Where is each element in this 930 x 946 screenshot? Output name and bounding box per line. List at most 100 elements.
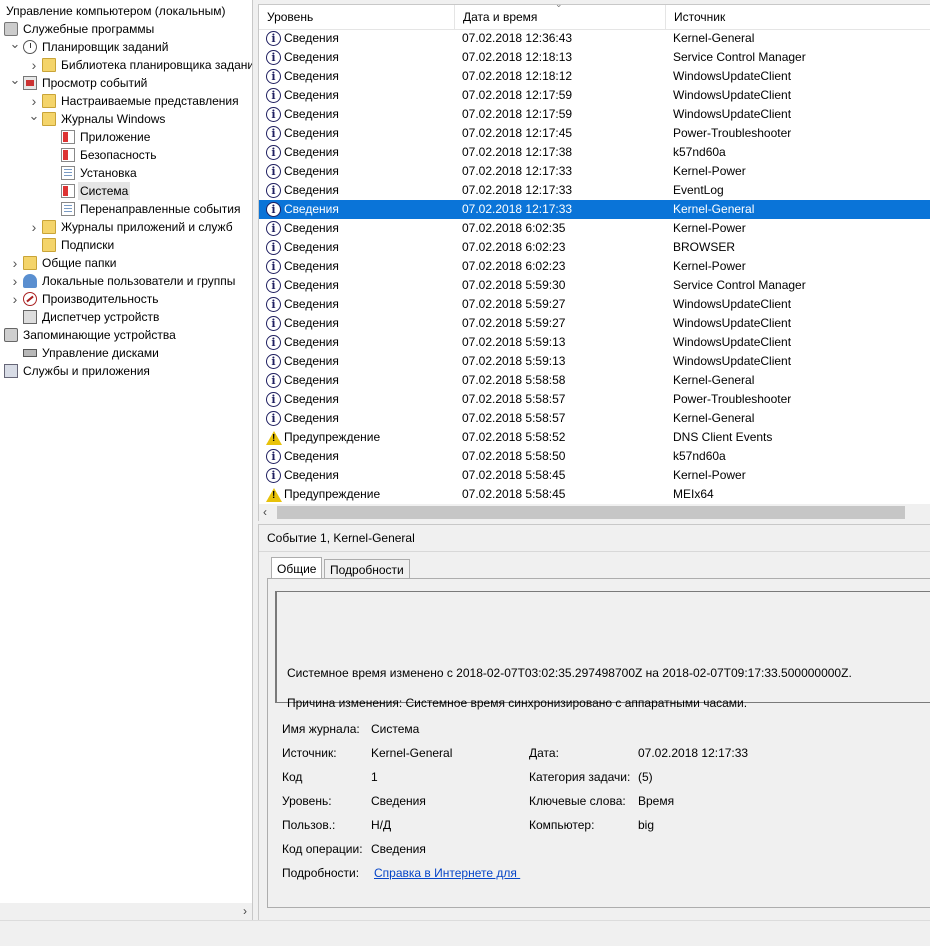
expand-arrow-icon[interactable]: ›	[28, 56, 40, 74]
warning-icon	[266, 488, 282, 502]
log-icon	[61, 184, 75, 198]
cell-source: Kernel-General	[673, 202, 755, 216]
tree-item-label: Управление компьютером (локальным)	[6, 4, 226, 18]
tree-item[interactable]: Управление дисками	[0, 344, 252, 362]
tree-item-label: Система	[78, 182, 131, 200]
list-horizontal-scrollbar[interactable]: ‹	[259, 504, 930, 521]
tree-item[interactable]: ⌄ Просмотр событий	[0, 73, 252, 92]
tree-item[interactable]: Перенаправленные события	[0, 200, 252, 218]
table-row[interactable]: i Сведения 07.02.2018 5:59:27 WindowsUpdate…	[259, 295, 930, 314]
tree-item[interactable]: Подписки	[0, 236, 252, 254]
expand-arrow-icon[interactable]: ›	[9, 254, 21, 272]
tree-item[interactable]: Запоминающие устройства	[0, 326, 252, 344]
table-row[interactable]: i Сведения 07.02.2018 12:17:59 WindowsUpdat…	[259, 86, 930, 105]
scroll-thumb[interactable]	[277, 506, 905, 519]
table-row[interactable]: Предупреждение 07.02.2018 5:58:52 DNS Clie…	[259, 428, 930, 447]
table-row[interactable]: i Сведения 07.02.2018 12:18:12 WindowsUpdat…	[259, 67, 930, 86]
log-icon	[61, 166, 75, 180]
tree-item-label: Службы и приложения	[23, 364, 150, 378]
cell-level: Сведения	[284, 164, 339, 178]
tree-item[interactable]: › Производительность	[0, 290, 252, 308]
event-description[interactable]: Системное время изменено с 2018-02-07T03…	[275, 591, 930, 710]
task-category-label: Категория задачи:	[529, 770, 631, 784]
table-row[interactable]: i Сведения 07.02.2018 6:02:35 Kernel-Power	[259, 219, 930, 238]
storage-icon	[4, 328, 18, 342]
tree-item-label: Общие папки	[42, 256, 117, 270]
cell-level: Сведения	[284, 316, 339, 330]
tree-item[interactable]: Установка	[0, 164, 252, 182]
tree-item[interactable]: Приложение	[0, 128, 252, 146]
table-row[interactable]: i Сведения 07.02.2018 5:58:57 Kernel-Genera…	[259, 409, 930, 428]
column-header-source[interactable]: Источник	[666, 5, 930, 29]
expand-arrow-icon[interactable]: ›	[9, 272, 21, 290]
collapse-arrow-icon[interactable]: ⌄	[28, 109, 40, 128]
info-icon: i	[266, 335, 281, 350]
tree-item[interactable]: Службы и приложения	[0, 362, 252, 380]
cell-level: Предупреждение	[284, 430, 381, 444]
info-icon: i	[266, 240, 281, 255]
expand-arrow-icon[interactable]: ›	[9, 290, 21, 308]
tree-item[interactable]: › Библиотека планировщика заданий	[0, 56, 252, 74]
table-row[interactable]: i Сведения 07.02.2018 12:17:59 WindowsUpdat…	[259, 105, 930, 124]
tree-item[interactable]: ⌄ Планировщик заданий	[0, 37, 252, 56]
table-row[interactable]: i Сведения 07.02.2018 12:17:38 k57nd60a	[259, 143, 930, 162]
tree-item[interactable]: Система	[0, 182, 252, 200]
column-header-level[interactable]: Уровень	[259, 5, 455, 29]
tab-details[interactable]: Подробности	[324, 559, 410, 579]
event-viewer-icon	[23, 76, 37, 90]
table-row[interactable]: i Сведения 07.02.2018 6:02:23 Kernel-Power	[259, 257, 930, 276]
cell-level: Сведения	[284, 335, 339, 349]
table-row[interactable]: Предупреждение 07.02.2018 5:58:45 MEIx64	[259, 485, 930, 504]
table-row[interactable]: i Сведения 07.02.2018 5:59:13 WindowsUpdate…	[259, 333, 930, 352]
info-icon: i	[266, 202, 281, 217]
table-row[interactable]: i Сведения 07.02.2018 12:36:43 Kernel-Gener…	[259, 29, 930, 48]
info-icon: i	[266, 145, 281, 160]
table-row[interactable]: i Сведения 07.02.2018 12:18:13 Service Cont…	[259, 48, 930, 67]
folder-icon	[42, 58, 56, 72]
collapse-arrow-icon[interactable]: ⌄	[9, 73, 21, 92]
cell-source: EventLog	[673, 183, 724, 197]
collapse-arrow-icon[interactable]: ⌄	[9, 37, 21, 56]
expand-arrow-icon[interactable]: ›	[28, 218, 40, 236]
table-row[interactable]: i Сведения 07.02.2018 5:58:45 Kernel-Power	[259, 466, 930, 485]
cell-datetime: 07.02.2018 6:02:23	[462, 259, 566, 273]
info-icon: i	[266, 373, 281, 388]
date-label: Дата:	[529, 746, 559, 760]
table-row[interactable]: i Сведения 07.02.2018 6:02:23 BROWSER	[259, 238, 930, 257]
table-row[interactable]: i Сведения 07.02.2018 5:58:57 Power-Trouble…	[259, 390, 930, 409]
cell-level: Сведения	[284, 278, 339, 292]
navigation-tree[interactable]: Управление компьютером (локальным) Служеб…	[0, 0, 253, 920]
table-row[interactable]: i Сведения 07.02.2018 12:17:33 Kernel-Gener…	[259, 200, 930, 219]
tree-item[interactable]: Безопасность	[0, 146, 252, 164]
tree-item-label: Локальные пользователи и группы	[42, 274, 236, 288]
tree-item-label: Безопасность	[80, 148, 157, 162]
table-row[interactable]: i Сведения 07.02.2018 5:58:50 k57nd60a	[259, 447, 930, 466]
event-list[interactable]: Уровень Дата и время ⌄ Источник i Сведени…	[258, 4, 930, 521]
table-row[interactable]: i Сведения 07.02.2018 5:59:30 Service Contr…	[259, 276, 930, 295]
more-info-label: Подробности:	[282, 866, 360, 880]
tree-item[interactable]: › Локальные пользователи и группы	[0, 272, 252, 290]
table-row[interactable]: i Сведения 07.02.2018 12:17:33 EventLog	[259, 181, 930, 200]
tree-item[interactable]: › Журналы приложений и служб	[0, 218, 252, 236]
tab-general[interactable]: Общие	[271, 557, 323, 579]
scroll-left-icon[interactable]: ‹	[263, 504, 267, 521]
tree-item[interactable]: › Общие папки	[0, 254, 252, 272]
scroll-right-icon[interactable]: ›	[243, 903, 247, 920]
column-header-level-label: Уровень	[267, 10, 314, 24]
tree-item[interactable]: Служебные программы	[0, 20, 252, 38]
info-icon: i	[266, 259, 281, 274]
table-row[interactable]: i Сведения 07.02.2018 5:59:13 WindowsUpdate…	[259, 352, 930, 371]
cell-source: WindowsUpdateClient	[673, 297, 792, 311]
tree-item[interactable]: Управление компьютером (локальным)	[0, 2, 252, 20]
table-row[interactable]: i Сведения 07.02.2018 12:17:33 Kernel-Power	[259, 162, 930, 181]
tree-item-label: Установка	[80, 166, 137, 180]
table-row[interactable]: i Сведения 07.02.2018 5:59:27 WindowsUpdate…	[259, 314, 930, 333]
tree-item[interactable]: ⌄ Журналы Windows	[0, 109, 252, 128]
online-help-link[interactable]: Справка в Интернете для	[374, 866, 520, 880]
cell-source: WindowsUpdateClient	[673, 335, 792, 349]
tree-item[interactable]: Диспетчер устройств	[0, 308, 252, 326]
tree-horizontal-scrollbar[interactable]: ›	[0, 903, 252, 920]
table-row[interactable]: i Сведения 07.02.2018 12:17:45 Power-Troubl…	[259, 124, 930, 143]
table-row[interactable]: i Сведения 07.02.2018 5:58:58 Kernel-Genera…	[259, 371, 930, 390]
cell-datetime: 07.02.2018 12:17:33	[462, 202, 573, 216]
